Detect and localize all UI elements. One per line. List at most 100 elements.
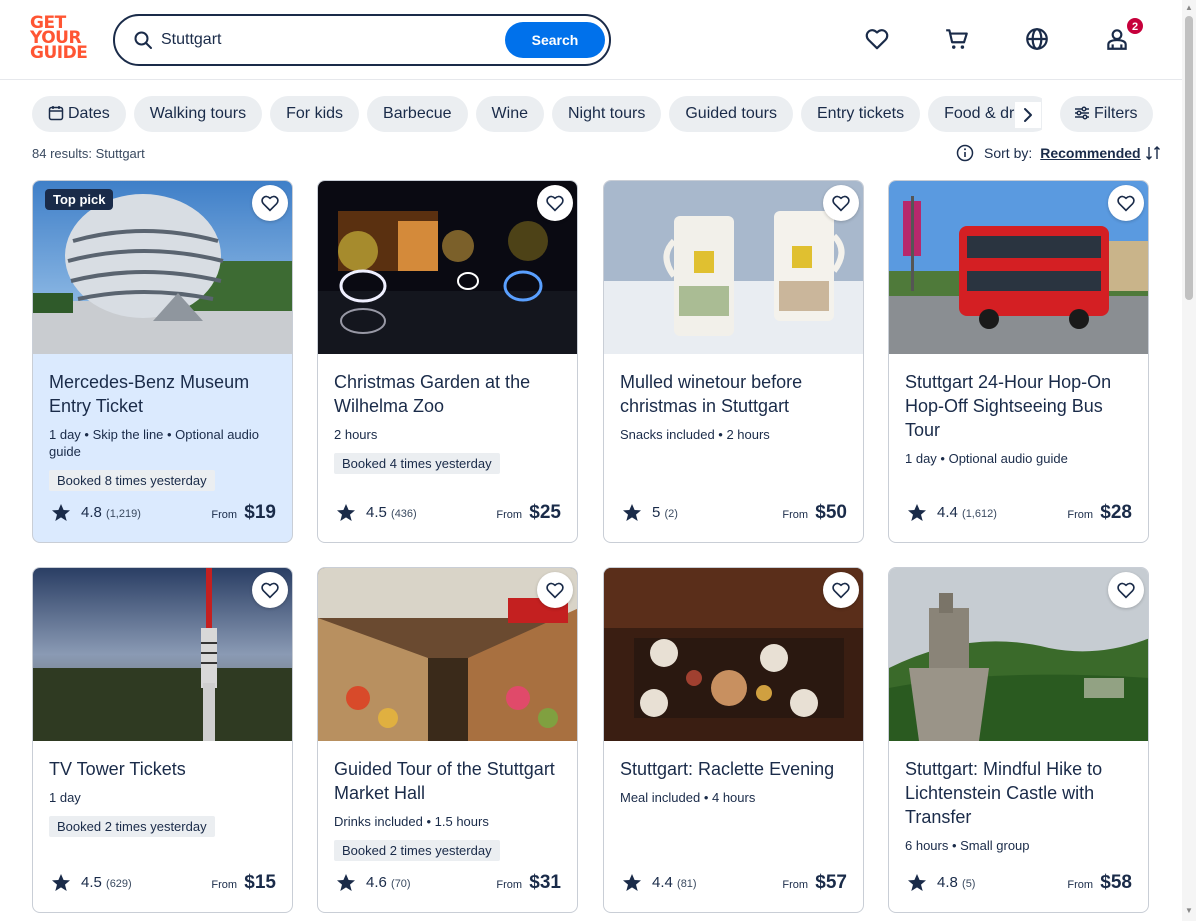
cart-icon[interactable] bbox=[944, 26, 970, 52]
card-meta: 6 hours • Small group bbox=[905, 838, 1030, 853]
star-icon bbox=[623, 504, 641, 521]
card-image-mulled-wine[interactable] bbox=[604, 181, 863, 354]
rating: 4.4 (1,612) bbox=[937, 504, 997, 521]
rating: 4.5 (436) bbox=[366, 504, 417, 521]
heart-icon bbox=[1117, 195, 1135, 212]
chip-guided-tours[interactable]: Guided tours bbox=[669, 96, 793, 132]
globe-icon[interactable] bbox=[1024, 26, 1050, 52]
star-icon bbox=[337, 874, 355, 891]
star-icon bbox=[52, 504, 70, 521]
star-icon bbox=[337, 504, 355, 521]
wishlist-button[interactable] bbox=[1108, 185, 1144, 221]
info-icon[interactable] bbox=[956, 144, 974, 162]
activity-card[interactable]: Mulled winetour before christmas in Stut… bbox=[603, 180, 864, 543]
sort-value[interactable]: Recommended bbox=[1040, 145, 1140, 161]
getyourguide-logo[interactable]: GET YOUR GUIDE bbox=[30, 15, 90, 64]
price: From $50 bbox=[782, 502, 847, 523]
wishlist-button[interactable] bbox=[537, 185, 573, 221]
scroll-down-arrow-icon[interactable]: ▼ bbox=[1185, 906, 1193, 915]
activity-card[interactable]: Top pick Mercedes-Benz Museum Entry Tick… bbox=[32, 180, 293, 543]
card-title[interactable]: Mulled winetour before christmas in Stut… bbox=[620, 370, 847, 418]
scrollbar-thumb[interactable] bbox=[1185, 16, 1193, 300]
heart-icon bbox=[261, 582, 279, 599]
card-meta: Drinks included • 1.5 hours bbox=[334, 814, 489, 829]
wishlist-button[interactable] bbox=[252, 572, 288, 608]
rating: 4.5 (629) bbox=[81, 874, 132, 891]
sort-control[interactable]: Sort by: Recommended bbox=[956, 144, 1161, 162]
price: From $28 bbox=[1067, 502, 1132, 523]
search-button[interactable]: Search bbox=[505, 22, 605, 58]
top-header: GET YOUR GUIDE Search 2 bbox=[0, 0, 1182, 80]
sliders-icon bbox=[1075, 106, 1089, 120]
rating: 4.8 (5) bbox=[937, 874, 976, 891]
rating: 4.8 (1,219) bbox=[81, 504, 141, 521]
price: From $25 bbox=[496, 502, 561, 523]
card-meta: 1 day • Skip the line • Optional audio g… bbox=[49, 427, 260, 459]
star-icon bbox=[908, 874, 926, 891]
notification-badge: 2 bbox=[1126, 17, 1144, 35]
scroll-up-arrow-icon[interactable]: ▲ bbox=[1185, 3, 1193, 12]
activity-card[interactable]: Stuttgart 24-Hour Hop-On Hop-Off Sightse… bbox=[888, 180, 1149, 543]
activity-card[interactable]: Christmas Garden at the Wilhelma Zoo 2 h… bbox=[317, 180, 578, 543]
sort-arrows-icon bbox=[1145, 146, 1160, 160]
card-image-raclette[interactable] bbox=[604, 568, 863, 741]
card-image-christmas-garden[interactable] bbox=[318, 181, 577, 354]
card-title[interactable]: Stuttgart: Raclette Evening bbox=[620, 757, 847, 781]
heart-icon bbox=[1117, 582, 1135, 599]
chevron-right-icon[interactable] bbox=[1015, 102, 1041, 128]
card-image-hop-on-bus[interactable] bbox=[889, 181, 1148, 354]
search-icon bbox=[134, 31, 152, 49]
price: From $31 bbox=[496, 872, 561, 893]
wishlist-button[interactable] bbox=[537, 572, 573, 608]
card-title[interactable]: Mercedes-Benz Museum Entry Ticket bbox=[49, 370, 276, 418]
card-image-tv-tower[interactable] bbox=[33, 568, 292, 741]
search-input[interactable] bbox=[161, 28, 491, 52]
rating: 4.4 (81) bbox=[652, 874, 697, 891]
card-title[interactable]: Stuttgart 24-Hour Hop-On Hop-Off Sightse… bbox=[905, 370, 1132, 442]
heart-icon bbox=[546, 582, 564, 599]
card-meta: 2 hours bbox=[334, 427, 378, 442]
page-scrollbar[interactable]: ▲ ▼ bbox=[1182, 0, 1196, 921]
booked-badge: Booked 2 times yesterday bbox=[334, 840, 500, 861]
booked-badge: Booked 2 times yesterday bbox=[49, 816, 215, 837]
calendar-icon bbox=[48, 106, 64, 121]
card-title[interactable]: Stuttgart: Mindful Hike to Lichtenstein … bbox=[905, 757, 1132, 829]
search-bar: Search bbox=[113, 14, 611, 66]
card-image-lichtenstein-castle[interactable] bbox=[889, 568, 1148, 741]
chip-entry-tickets[interactable]: Entry tickets bbox=[800, 96, 921, 132]
activity-card[interactable]: Stuttgart: Mindful Hike to Lichtenstein … bbox=[888, 567, 1149, 913]
card-title[interactable]: TV Tower Tickets bbox=[49, 757, 276, 781]
card-meta: Meal included • 4 hours bbox=[620, 790, 756, 805]
results-count: 84 results: Stuttgart bbox=[32, 146, 145, 161]
card-title[interactable]: Christmas Garden at the Wilhelma Zoo bbox=[334, 370, 561, 418]
chip-for-kids[interactable]: For kids bbox=[270, 96, 360, 132]
wishlist-button[interactable] bbox=[252, 185, 288, 221]
chip-barbecue[interactable]: Barbecue bbox=[367, 96, 468, 132]
booked-badge: Booked 4 times yesterday bbox=[334, 453, 500, 474]
card-title[interactable]: Guided Tour of the Stuttgart Market Hall bbox=[334, 757, 561, 805]
activity-card[interactable]: Stuttgart: Raclette Evening Meal include… bbox=[603, 567, 864, 913]
price: From $15 bbox=[211, 872, 276, 893]
heart-icon bbox=[832, 582, 850, 599]
rating: 5 (2) bbox=[652, 504, 678, 521]
chip-night-tours[interactable]: Night tours bbox=[551, 96, 662, 132]
star-icon bbox=[623, 874, 641, 891]
chip-dates[interactable]: Dates bbox=[32, 96, 126, 132]
card-meta: Snacks included • 2 hours bbox=[620, 427, 770, 442]
top-pick-badge: Top pick bbox=[45, 189, 114, 210]
chip-walking-tours[interactable]: Walking tours bbox=[133, 96, 263, 132]
rating: 4.6 (70) bbox=[366, 874, 411, 891]
activity-card[interactable]: TV Tower Tickets 1 day Booked 2 times ye… bbox=[32, 567, 293, 913]
price: From $58 bbox=[1067, 872, 1132, 893]
activity-card[interactable]: Guided Tour of the Stuttgart Market Hall… bbox=[317, 567, 578, 913]
wishlist-button[interactable] bbox=[823, 185, 859, 221]
wishlist-heart-icon[interactable] bbox=[864, 26, 890, 52]
wishlist-button[interactable] bbox=[823, 572, 859, 608]
card-image-mercedes-museum[interactable]: Top pick bbox=[33, 181, 292, 354]
filters-button[interactable]: Filters bbox=[1060, 96, 1153, 132]
wishlist-button[interactable] bbox=[1108, 572, 1144, 608]
price: From $19 bbox=[211, 502, 276, 523]
card-image-market-hall[interactable] bbox=[318, 568, 577, 741]
chip-wine[interactable]: Wine bbox=[475, 96, 544, 132]
booked-badge: Booked 8 times yesterday bbox=[49, 470, 215, 491]
